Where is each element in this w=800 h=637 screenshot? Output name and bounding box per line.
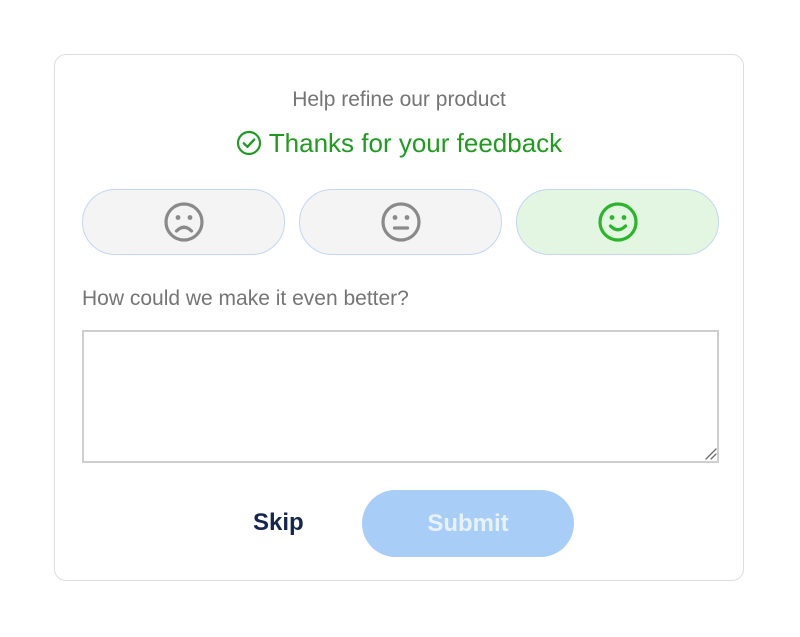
survey-subtitle: Help refine our product <box>292 88 506 111</box>
rating-neutral-button[interactable] <box>299 189 502 255</box>
rating-options <box>82 189 719 255</box>
feedback-card: Help refine our product Thanks for your … <box>54 54 744 581</box>
action-bar: Skip Submit <box>55 490 743 557</box>
improvement-question: How could we make it even better? <box>82 287 409 310</box>
neutral-face-icon <box>380 201 422 243</box>
confirmation-text: Thanks for your feedback <box>268 128 563 158</box>
sad-face-icon <box>163 201 205 243</box>
resize-handle-icon[interactable] <box>703 446 717 460</box>
check-circle-icon <box>236 130 262 156</box>
happy-face-icon <box>597 201 639 243</box>
feedback-textarea[interactable] <box>82 330 719 463</box>
submit-button[interactable]: Submit <box>362 490 574 557</box>
rating-sad-button[interactable] <box>82 189 285 255</box>
confirmation-message: Thanks for your feedback <box>55 127 743 159</box>
rating-happy-button[interactable] <box>516 189 719 255</box>
skip-button[interactable]: Skip <box>253 508 304 538</box>
